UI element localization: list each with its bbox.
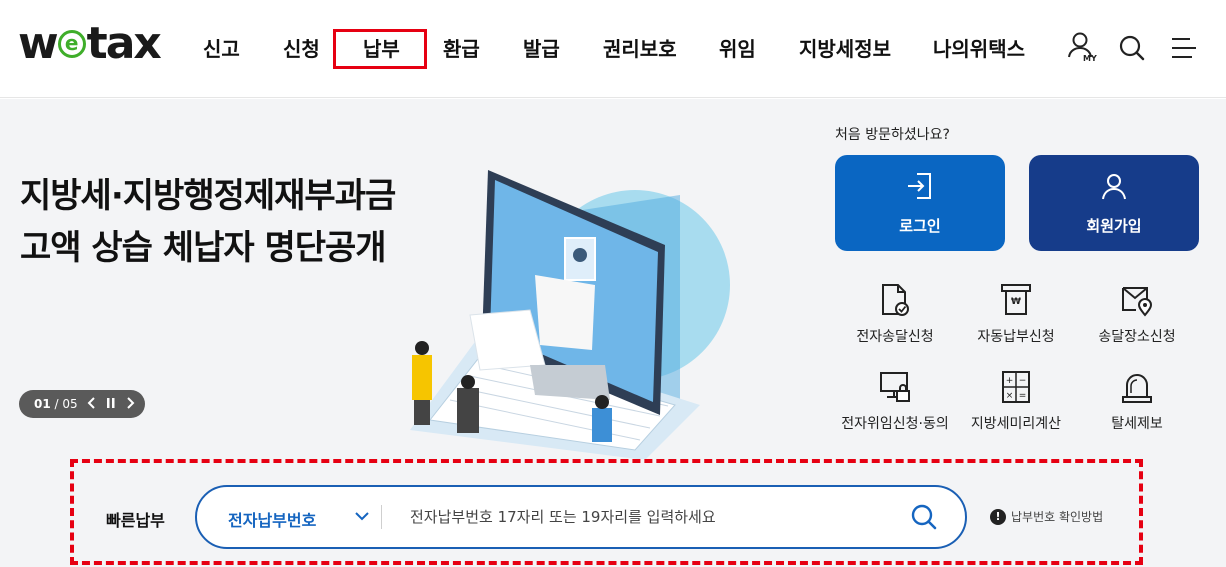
payment-number-help-link[interactable]: ! 납부번호 확인방법 xyxy=(990,508,1103,525)
menu-icon[interactable] xyxy=(1168,30,1200,66)
nav-item-rights[interactable]: 권리보호 xyxy=(603,33,677,62)
calculator-icon: + − × = xyxy=(1002,371,1030,403)
svg-text:−: − xyxy=(1019,376,1027,386)
payment-highlight-box xyxy=(333,29,427,69)
chevron-down-icon[interactable] xyxy=(353,506,371,530)
wetax-logo[interactable]: w e tax xyxy=(18,18,162,69)
quick-link-delivery-place[interactable]: 송달장소신청 xyxy=(1072,282,1202,346)
nav-item-local-tax-info[interactable]: 지방세정보 xyxy=(799,33,891,62)
hero-illustration xyxy=(370,160,740,460)
signup-label: 회원가입 xyxy=(1086,217,1142,235)
quick-link-label: 전자위임신청·동의 xyxy=(841,416,949,432)
logo-text-tax: tax xyxy=(86,18,162,69)
slide-next-icon[interactable] xyxy=(125,396,135,412)
user-icon xyxy=(1102,174,1126,200)
help-label: 납부번호 확인방법 xyxy=(1011,510,1104,524)
nav-item-apply[interactable]: 신청 xyxy=(283,33,320,62)
login-icon xyxy=(908,173,931,199)
slide-prev-icon[interactable] xyxy=(87,396,97,412)
auto-payment-icon: ₩ xyxy=(1001,284,1031,315)
first-visit-text: 처음 방문하셨나요? xyxy=(835,127,950,143)
slide-controls: 01 / 05 xyxy=(19,390,145,418)
nav-item-issue[interactable]: 발급 xyxy=(523,33,560,62)
nav-item-delegation[interactable]: 위임 xyxy=(719,33,756,62)
svg-text:+: + xyxy=(1006,376,1014,386)
my-label: MY xyxy=(1083,54,1097,63)
nav-item-refund[interactable]: 환급 xyxy=(443,33,480,62)
login-label: 로그인 xyxy=(899,217,941,235)
quick-link-label: 자동납부신청 xyxy=(977,329,1055,345)
quick-link-label: 전자송달신청 xyxy=(856,329,934,345)
nav-item-report[interactable]: 신고 xyxy=(203,33,240,62)
quick-link-tax-evasion-report[interactable]: 탈세제보 xyxy=(1072,369,1202,433)
svg-text:=: = xyxy=(1019,391,1027,401)
quick-link-label: 송달장소신청 xyxy=(1098,329,1176,345)
my-page-icon[interactable]: MY xyxy=(1066,30,1098,66)
quick-link-tax-calculator[interactable]: + − × = 지방세미리계산 xyxy=(951,369,1081,433)
slide-pause-icon[interactable] xyxy=(106,397,116,412)
quick-link-e-delegation[interactable]: 전자위임신청·동의 xyxy=(830,369,960,433)
payment-number-input[interactable] xyxy=(410,505,880,529)
header: w e tax 신고 신청 납부 환급 발급 권리보호 위임 지방세정보 나의위택스… xyxy=(0,0,1226,98)
signup-button[interactable]: 회원가입 xyxy=(1029,155,1199,251)
nav-item-my-wetax[interactable]: 나의위택스 xyxy=(933,33,1025,62)
svg-text:×: × xyxy=(1006,391,1014,401)
slide-current: 01 xyxy=(34,397,51,411)
slide-total: / 05 xyxy=(54,397,78,411)
quick-pay-label: 빠른납부 xyxy=(106,511,165,530)
quick-pay-search-icon[interactable] xyxy=(910,503,938,535)
logo-e-circle: e xyxy=(57,30,86,58)
hero-title-line2: 고액 상습 체납자 명단공개 xyxy=(20,228,387,268)
payment-type-select[interactable]: 전자납부번호 xyxy=(228,507,316,531)
quick-link-e-delivery[interactable]: 전자송달신청 xyxy=(830,282,960,346)
hero-title[interactable]: 지방세·지방행정제재부과금 고액 상습 체납자 명단공개 xyxy=(20,170,396,274)
hero-title-line1: 지방세·지방행정제재부과금 xyxy=(20,176,396,216)
computer-lock-icon xyxy=(880,372,910,402)
quick-link-label: 탈세제보 xyxy=(1111,416,1163,432)
quick-link-label: 지방세미리계산 xyxy=(970,416,1062,432)
exclamation-icon: ! xyxy=(990,508,1006,525)
search-icon[interactable] xyxy=(1117,30,1149,66)
divider xyxy=(381,505,382,529)
document-check-icon xyxy=(882,284,909,316)
svg-text:₩: ₩ xyxy=(1011,297,1021,307)
siren-icon xyxy=(1122,374,1152,403)
location-envelope-icon xyxy=(1122,287,1153,317)
quick-link-auto-payment[interactable]: ₩ 자동납부신청 xyxy=(951,282,1081,346)
login-button[interactable]: 로그인 xyxy=(835,155,1005,251)
logo-text-w: w xyxy=(18,18,59,69)
